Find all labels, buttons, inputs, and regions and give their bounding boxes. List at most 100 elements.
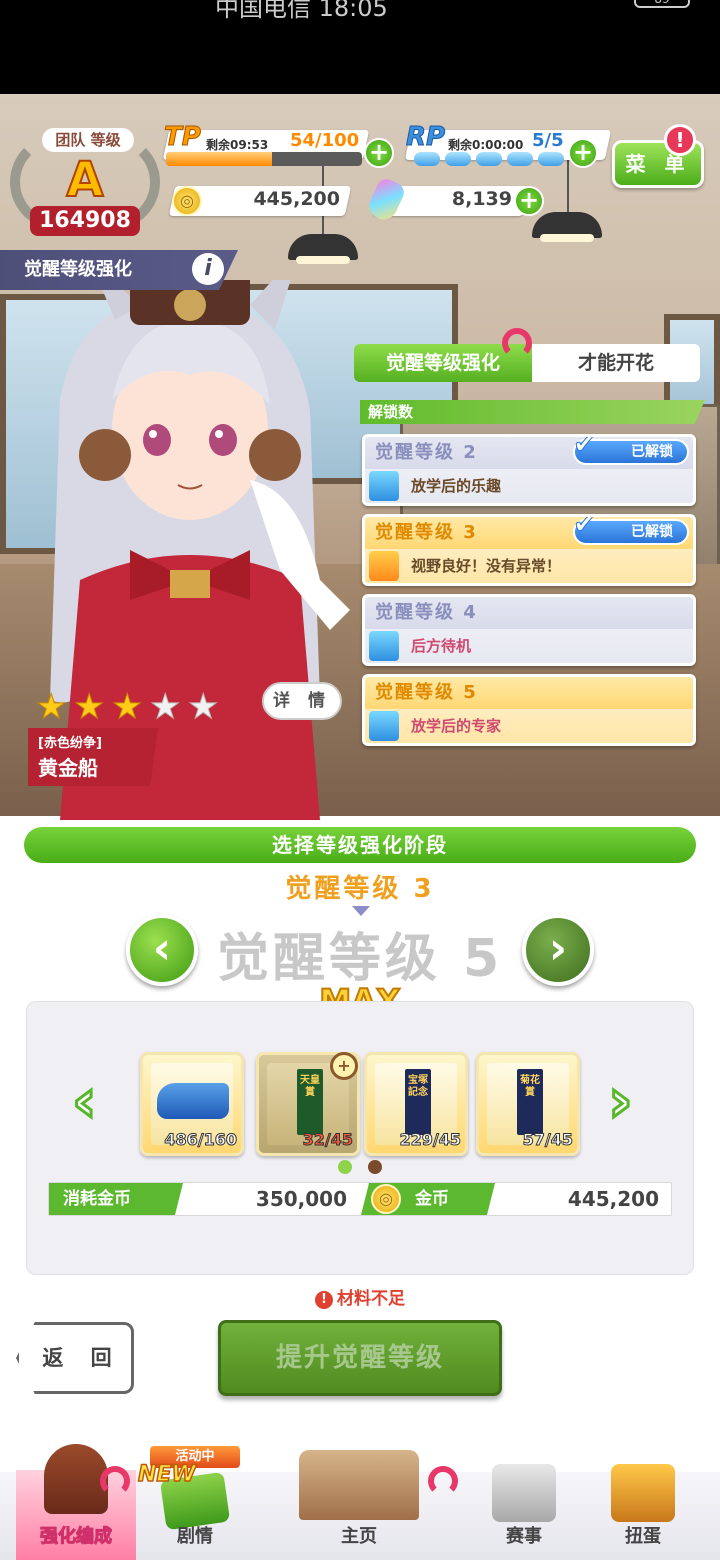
carrier-time: 中国电信 18:05 — [215, 0, 388, 22]
chevron-right-icon: › — [548, 923, 568, 974]
back-button[interactable]: 返 回 — [16, 1322, 134, 1394]
tp-gauge-fill — [166, 152, 272, 166]
nav-item-race[interactable]: 赛事 — [466, 1464, 582, 1560]
nav-item-gacha[interactable]: 扭蛋 — [584, 1464, 702, 1560]
tp-gauge — [166, 152, 362, 166]
cost-value: 350,000 — [255, 1187, 347, 1211]
carrot-plus-icon[interactable]: + — [514, 186, 544, 216]
running-icon — [369, 551, 399, 581]
select-stage-bar: 选择等级强化阶段 — [24, 827, 696, 863]
material-count: 229/45 — [399, 1130, 462, 1150]
page-dot[interactable] — [338, 1160, 352, 1174]
sparkle-icon — [369, 711, 399, 741]
team-rank-badge[interactable]: 团队 等级 A 164908 — [10, 124, 160, 236]
horseshoe-icon — [428, 1466, 458, 1496]
check-icon: ✔ — [572, 514, 597, 540]
rank-score: 164908 — [30, 206, 140, 236]
character-name: 黄金船 — [38, 756, 98, 780]
cost-label: 消耗金币 — [49, 1183, 183, 1215]
alert-icon: ! — [315, 1291, 333, 1309]
unlocked-badge: ✔ 已解锁 — [572, 437, 689, 465]
skill-name: 放学后的乐趣 — [411, 477, 502, 495]
warning-message: ! 材料不足 — [0, 1284, 720, 1310]
level-card[interactable]: 觉醒等级 5 放学后的专家 — [362, 674, 696, 746]
unlocked-badge: ✔ 已解锁 — [572, 517, 689, 545]
skill-name: 后方待机 — [411, 637, 472, 655]
zoom-icon[interactable]: + — [330, 1052, 358, 1080]
ceiling-lamp — [532, 212, 602, 242]
page-dot[interactable] — [368, 1160, 382, 1174]
materials-next-arrow[interactable]: › — [607, 1065, 635, 1138]
star-filled-icon: ★ — [112, 687, 143, 727]
rp-label: RP — [405, 122, 446, 153]
material-item[interactable]: 菊花賞 57/45 — [476, 1052, 580, 1156]
rp-plus-icon[interactable]: + — [568, 138, 598, 168]
check-icon: ✔ — [572, 434, 597, 460]
rp-value: 5/5 — [532, 130, 564, 151]
sparkle-icon — [369, 631, 399, 661]
new-badge: NEW — [137, 1461, 196, 1488]
race-gate-icon — [492, 1464, 556, 1522]
coin-count: 445,200 — [253, 188, 340, 210]
materials-panel — [26, 1001, 694, 1275]
star-rating: ★ ★ ★ ★ ★ — [36, 687, 246, 727]
horseshoe-icon — [100, 1466, 130, 1496]
star-filled-icon: ★ — [74, 687, 105, 727]
battery-indicator: 89 — [634, 0, 690, 8]
current-level-label: 觉醒等级 3 — [285, 874, 435, 904]
nav-label: 赛事 — [506, 1526, 542, 1547]
materials-prev-arrow[interactable]: ‹ — [71, 1065, 99, 1138]
target-level-label: 觉醒等级 5 — [216, 929, 504, 989]
rp-pill — [445, 152, 471, 166]
rank-label: 团队 等级 — [42, 128, 134, 152]
detail-button[interactable]: 详 情 — [262, 682, 342, 720]
school-building-icon — [299, 1450, 419, 1520]
cost-row: 消耗金币 350,000 金币 ◎ 445,200 — [48, 1182, 672, 1216]
tab-talent[interactable]: 才能开花 — [532, 344, 700, 382]
horseshoe-icon — [502, 328, 532, 358]
rank-grade: A — [65, 151, 104, 209]
upgrade-button[interactable]: 提升觉醒等级 — [218, 1320, 502, 1396]
unlock-header: 解锁数 — [360, 400, 705, 424]
material-item[interactable]: 486/160 — [140, 1052, 244, 1156]
skill-name: 放学后的专家 — [411, 717, 502, 735]
tp-label: TP — [164, 122, 202, 153]
nav-item-home[interactable]: 主页 — [256, 1450, 462, 1560]
rp-pill — [507, 152, 533, 166]
rp-pill — [414, 152, 440, 166]
nav-label: 主页 — [341, 1526, 377, 1547]
material-count: 57/45 — [522, 1130, 573, 1150]
nav-item-enhance[interactable]: 强化编成 — [16, 1444, 136, 1560]
tp-value: 54/100 — [290, 130, 360, 151]
rp-pill — [476, 152, 502, 166]
rp-pills — [414, 152, 574, 168]
level-title: 觉醒等级 4 — [375, 602, 478, 623]
down-arrow-icon — [352, 906, 370, 916]
ceiling-lamp — [288, 234, 358, 264]
next-level-button[interactable]: › — [522, 914, 594, 986]
info-icon[interactable]: i — [192, 253, 224, 285]
coin-value: 445,200 — [567, 1187, 659, 1211]
star-empty-icon: ★ — [188, 687, 219, 727]
nav-label: 扭蛋 — [625, 1526, 661, 1547]
shoes-icon — [157, 1083, 229, 1119]
tp-plus-icon[interactable]: + — [364, 138, 394, 168]
coin-icon: ◎ — [172, 186, 202, 216]
level-card[interactable]: 觉醒等级 3 视野良好！没有异常！ ✔ 已解锁 — [362, 514, 696, 586]
level-title: 觉醒等级 5 — [375, 682, 478, 703]
status-bar: 中国电信 18:05 89 — [0, 0, 720, 94]
chevron-left-icon: ‹ — [152, 923, 172, 974]
tp-timer: 剩余09:53 — [206, 138, 269, 152]
banner-icon: 菊花賞 — [517, 1069, 543, 1135]
banner-icon: 天皇賞 — [297, 1069, 323, 1135]
character-nameplate: [赤色纷争] 黄金船 — [28, 728, 158, 786]
material-item[interactable]: 宝塚記念 229/45 — [364, 1052, 468, 1156]
star-empty-icon: ★ — [150, 687, 181, 727]
skill-name: 视野良好！没有异常！ — [411, 557, 562, 575]
rp-timer: 剩余0:00:00 — [448, 138, 524, 152]
level-card[interactable]: 觉醒等级 2 放学后的乐趣 ✔ 已解锁 — [362, 434, 696, 506]
nav-label: 强化编成 — [40, 1526, 113, 1548]
level-card[interactable]: 觉醒等级 4 后方待机 — [362, 594, 696, 666]
character-epithet: [赤色纷争] — [38, 736, 102, 751]
sparkle-icon — [369, 471, 399, 501]
